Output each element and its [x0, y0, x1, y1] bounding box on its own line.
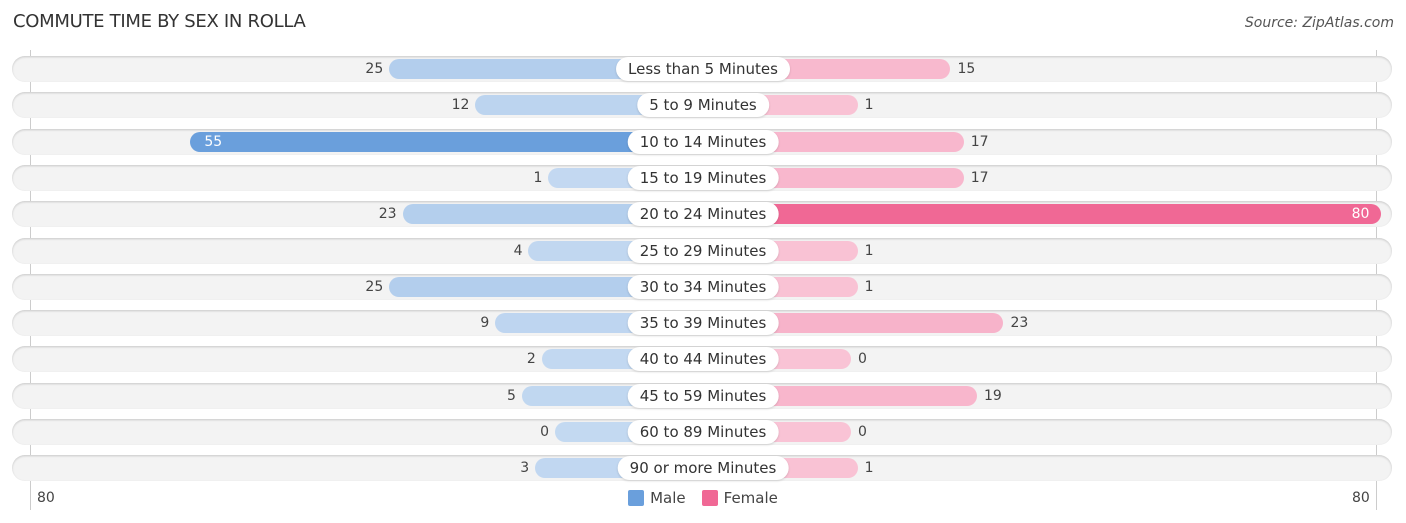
value-label-female: 15	[957, 61, 976, 77]
value-label-male: 25	[365, 61, 384, 77]
value-label-female: 17	[970, 169, 989, 186]
value-label-female: 19	[983, 387, 1002, 404]
legend: Male Female	[0, 489, 1406, 507]
bar-male	[190, 131, 703, 152]
bar-female	[703, 204, 1382, 225]
legend-label-female: Female	[723, 489, 778, 507]
value-label-male: 1	[533, 169, 543, 186]
value-label-male: 4	[513, 242, 523, 259]
value-label-male: 0	[540, 424, 549, 440]
category-label: 35 to 39 Minutes	[627, 311, 779, 336]
legend-swatch-female	[701, 490, 718, 506]
category-label: 45 to 59 Minutes	[627, 383, 779, 408]
category-label: 5 to 9 Minutes	[637, 93, 769, 118]
category-label: 30 to 34 Minutes	[627, 274, 779, 299]
category-label: Less than 5 Minutes	[616, 57, 790, 81]
category-label: 60 to 89 Minutes	[627, 420, 779, 444]
value-label-female: 80	[1351, 206, 1370, 223]
legend-item-female: Female	[701, 489, 778, 507]
value-label-male: 25	[365, 278, 384, 295]
category-label: 40 to 44 Minutes	[627, 347, 779, 372]
value-label-female: 0	[858, 351, 867, 368]
value-label-male: 2	[526, 351, 536, 368]
chart-source: Source: ZipAtlas.com	[1244, 15, 1394, 31]
category-label: 15 to 19 Minutes	[627, 165, 779, 190]
value-label-female: 1	[864, 278, 874, 295]
category-label: 90 or more Minutes	[617, 456, 789, 481]
value-label-male: 3	[520, 460, 530, 477]
category-label: 10 to 14 Minutes	[627, 129, 779, 154]
value-label-male: 9	[480, 315, 490, 332]
category-label: 20 to 24 Minutes	[627, 202, 779, 227]
value-label-male: 55	[204, 133, 223, 150]
value-label-female: 1	[864, 97, 874, 114]
legend-item-male: Male	[628, 489, 686, 507]
chart-container: COMMUTE TIME BY SEX IN ROLLA Source: Zip…	[0, 0, 1406, 523]
legend-label-male: Male	[650, 489, 686, 507]
value-label-female: 1	[864, 242, 874, 259]
value-label-male: 5	[506, 387, 516, 404]
value-label-male: 23	[378, 206, 397, 223]
legend-swatch-male	[628, 490, 645, 506]
value-label-male: 12	[451, 97, 470, 114]
value-label-female: 17	[970, 133, 989, 150]
category-label: 25 to 29 Minutes	[627, 238, 779, 263]
value-label-female: 23	[1010, 315, 1029, 332]
value-label-female: 1	[864, 460, 874, 477]
chart-title: COMMUTE TIME BY SEX IN ROLLA	[13, 11, 306, 32]
value-label-female: 0	[858, 424, 867, 440]
